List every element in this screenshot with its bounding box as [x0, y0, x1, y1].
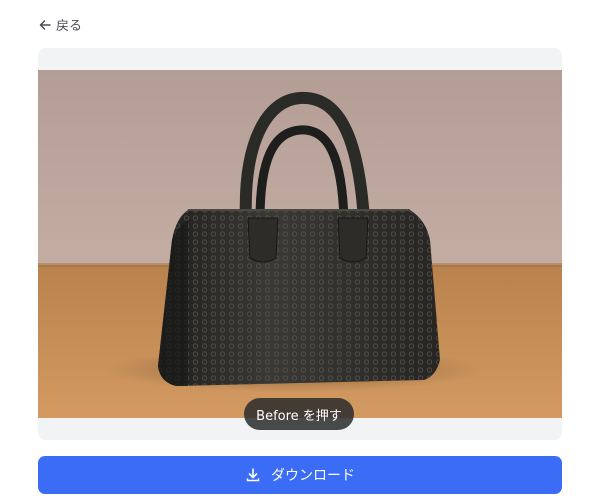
download-label: ダウンロード [271, 468, 355, 484]
before-toggle-label: Before を押す [256, 408, 342, 424]
download-button[interactable]: ダウンロード [38, 456, 562, 494]
back-link[interactable]: 戻る [38, 15, 82, 34]
product-photo[interactable] [38, 70, 562, 418]
arrow-left-icon [38, 18, 52, 32]
before-toggle-button[interactable]: Before を押す [244, 398, 354, 430]
back-label: 戻る [56, 19, 83, 34]
download-icon [245, 467, 261, 483]
image-preview-card [38, 48, 562, 440]
